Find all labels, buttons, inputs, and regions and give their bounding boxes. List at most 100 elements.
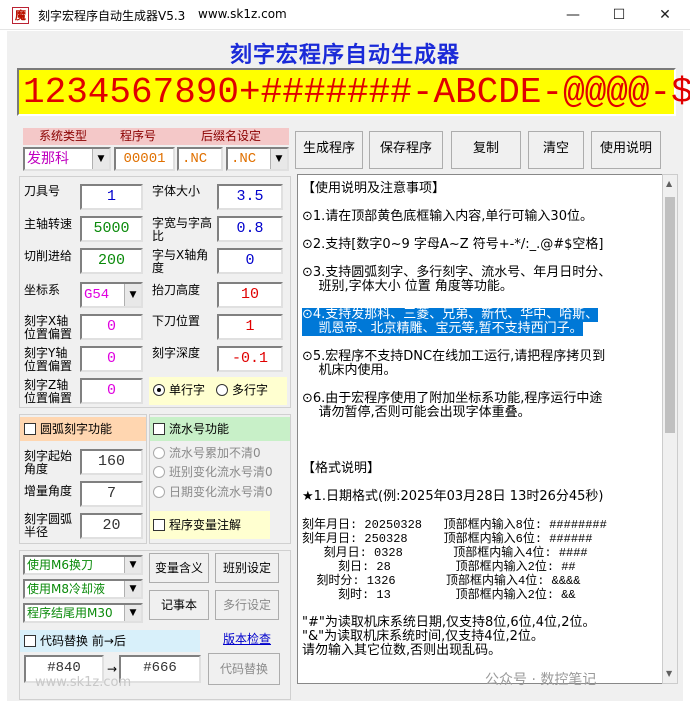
code-input-field[interactable]: 1234567890+#######-ABCDE-@@@@-$ — [17, 68, 690, 116]
m30-select[interactable]: 程序结尾用M30 ▼ — [23, 603, 143, 623]
tool-number-input[interactable]: 1 — [80, 184, 143, 210]
plunge-position-input[interactable]: 1 — [217, 314, 283, 340]
help-scrollbar[interactable]: ▲ ▼ — [662, 174, 678, 684]
save-program-button[interactable]: 保存程序 — [369, 131, 443, 169]
width-height-ratio-label: 字宽与字高比 — [152, 216, 213, 243]
single-line-radio[interactable]: 单行字 — [153, 384, 205, 397]
maximize-button[interactable]: ☐ — [596, 0, 642, 30]
scrollbar-thumb[interactable] — [665, 197, 675, 433]
x-offset-input[interactable]: 0 — [80, 314, 143, 340]
code-replace-button[interactable]: 代码替换 — [208, 653, 280, 685]
cutting-feed-input[interactable]: 200 — [80, 248, 143, 274]
x-axis-angle-input[interactable]: 0 — [217, 248, 283, 274]
lift-height-label: 抬刀高度 — [152, 283, 201, 297]
arc-radius-input[interactable]: 20 — [80, 513, 143, 539]
var-comment-label: 程序变量注解 — [169, 518, 242, 532]
checkbox-icon — [153, 519, 165, 531]
engrave-depth-input[interactable]: -0.1 — [217, 346, 283, 372]
code-replace-label: 代码替换 前→后 — [40, 634, 126, 648]
lift-height-input[interactable]: 10 — [217, 282, 283, 308]
coordinate-system-value: G54 — [84, 287, 110, 303]
plunge-position-label: 下刀位置 — [152, 314, 201, 328]
m6-select-value: 使用M6换刀 — [27, 558, 93, 572]
close-button[interactable]: ✕ — [642, 0, 688, 30]
spindle-speed-input[interactable]: 5000 — [80, 216, 143, 242]
var-comment-checkbox[interactable]: 程序变量注解 — [153, 519, 241, 532]
help-line: 刻时: 13 顶部框内输入2位: && — [302, 588, 576, 602]
y-offset-label: 刻字Y轴位置偏置 — [24, 346, 73, 373]
engrave-depth-label: 刻字深度 — [152, 346, 201, 360]
help-line: 刻时分: 1326 顶部框内输入4位: &&&& — [302, 574, 581, 588]
replace-to-input[interactable]: #666 — [119, 655, 201, 683]
shift-setting-button[interactable]: 班别设定 — [215, 553, 279, 583]
help-button[interactable]: 使用说明 — [591, 131, 661, 169]
clear-button[interactable]: 清空 — [528, 131, 584, 169]
m6-select[interactable]: 使用M6换刀 ▼ — [23, 555, 143, 575]
help-line: ⊙5.宏程序不支持DNC在线加工运行,请把程序拷贝到 — [302, 349, 606, 364]
checkbox-icon — [24, 423, 36, 435]
help-line-selected: ⊙4.支持发那科、三菱、兄弟、新代、华中、哈斯、 — [302, 307, 599, 322]
version-check-link[interactable]: 版本检查 — [223, 633, 271, 646]
cutting-feed-label: 切削进给 — [24, 249, 73, 263]
help-line: 请勿输入其它位数,否则出现乱码。 — [302, 643, 502, 658]
window-title: 刻字宏程序自动生成器V5.3 — [38, 9, 186, 23]
suffix-select[interactable]: .NC ▼ — [226, 147, 289, 171]
minimize-button[interactable]: — — [550, 0, 596, 30]
help-line-selected: 凯恩帝、北京精雕、宝元等,暂不支持西门子。 — [302, 321, 583, 336]
suffix-input-1[interactable]: .NC — [177, 147, 223, 171]
variable-meaning-button[interactable]: 变量含义 — [149, 553, 209, 583]
chevron-down-icon: ▼ — [124, 581, 141, 597]
help-line: ⊙6.由于宏程序使用了附加坐标系功能,程序运行中途 — [302, 391, 603, 406]
watermark-wechat: 公众号 · 数控笔记 — [485, 672, 597, 688]
help-line: 【格式说明】 — [302, 461, 381, 476]
help-text-area[interactable]: 【使用说明及注意事项】 ⊙1.请在顶部黄色底框输入内容,单行可输入30位。 ⊙2… — [297, 174, 663, 684]
checkbox-icon — [24, 635, 36, 647]
multi-line-setting-button[interactable]: 多行设定 — [215, 590, 279, 620]
incremental-angle-label: 增量角度 — [24, 484, 73, 498]
help-line: 刻日: 28 顶部框内输入2位: ## — [302, 560, 576, 574]
help-line: ★1.日期格式(例:2025年03月28日 13时26分45秒) — [302, 489, 604, 504]
arc-start-angle-input[interactable]: 160 — [80, 449, 143, 475]
y-offset-input[interactable]: 0 — [80, 346, 143, 372]
copy-button[interactable]: 复制 — [451, 131, 521, 169]
m8-select[interactable]: 使用M8冷却液 ▼ — [23, 579, 143, 599]
serial-option-1-radio[interactable]: 流水号累加不清0 — [153, 447, 261, 460]
chevron-down-icon: ▼ — [124, 557, 141, 573]
chevron-down-icon: ▼ — [124, 284, 141, 306]
scroll-down-icon[interactable]: ▼ — [666, 669, 672, 678]
watermark-url: www.sk1z.com — [35, 675, 132, 690]
width-height-ratio-input[interactable]: 0.8 — [217, 216, 283, 242]
single-line-label: 单行字 — [169, 383, 206, 397]
window-url: www.sk1z.com — [198, 7, 287, 21]
program-number-input[interactable]: 00001 — [114, 147, 175, 171]
main-heading: 刻字宏程序自动生成器 — [229, 42, 460, 68]
arc-enable-checkbox[interactable]: 圆弧刻字功能 — [24, 423, 112, 436]
code-replace-checkbox[interactable]: 代码替换 前→后 — [24, 635, 126, 648]
help-line: ⊙1.请在顶部黄色底框输入内容,单行可输入30位。 — [302, 209, 593, 224]
serial-enable-checkbox[interactable]: 流水号功能 — [153, 423, 229, 436]
arc-start-angle-label: 刻字起始角度 — [24, 449, 73, 476]
notepad-button[interactable]: 记事本 — [149, 590, 209, 620]
generate-program-button[interactable]: 生成程序 — [295, 131, 363, 169]
coordinate-system-select[interactable]: G54 ▼ — [80, 282, 143, 308]
suffix-setting-label: 后缀名设定 — [201, 129, 262, 143]
system-type-select[interactable]: 发那科 ▼ — [23, 147, 111, 171]
help-line: 刻年月日: 20250328 顶部框内输入8位: ######## — [302, 518, 607, 532]
serial-option-2-radio[interactable]: 班别变化流水号清0 — [153, 466, 273, 479]
help-line: 班别,字体大小 位置 角度等功能。 — [302, 279, 513, 294]
help-line: 请勿暂停,否则可能会出现字体重叠。 — [302, 405, 531, 420]
help-line: ⊙2.支持[数字0~9 字母A~Z 符号+-*/:_.@#$空格] — [302, 237, 604, 252]
help-line: "&"为读取机床系统时间,仅支持4位,2位。 — [302, 629, 544, 644]
help-line: "#"为读取机床系统日期,仅支持8位,6位,4位,2位。 — [302, 615, 596, 630]
scroll-up-icon[interactable]: ▲ — [666, 179, 672, 188]
z-offset-input[interactable]: 0 — [80, 378, 143, 404]
radio-icon — [153, 447, 165, 459]
multi-line-radio[interactable]: 多行字 — [216, 384, 268, 397]
help-line: 刻年月日: 250328 顶部框内输入6位: ###### — [302, 532, 593, 546]
serial-option-3-radio[interactable]: 日期变化流水号清0 — [153, 486, 273, 499]
incremental-angle-input[interactable]: 7 — [80, 481, 143, 507]
serial-option-3-label: 日期变化流水号清0 — [169, 485, 273, 499]
radio-icon — [153, 486, 165, 498]
help-line: 机床内使用。 — [302, 363, 397, 378]
font-size-input[interactable]: 3.5 — [217, 184, 283, 210]
